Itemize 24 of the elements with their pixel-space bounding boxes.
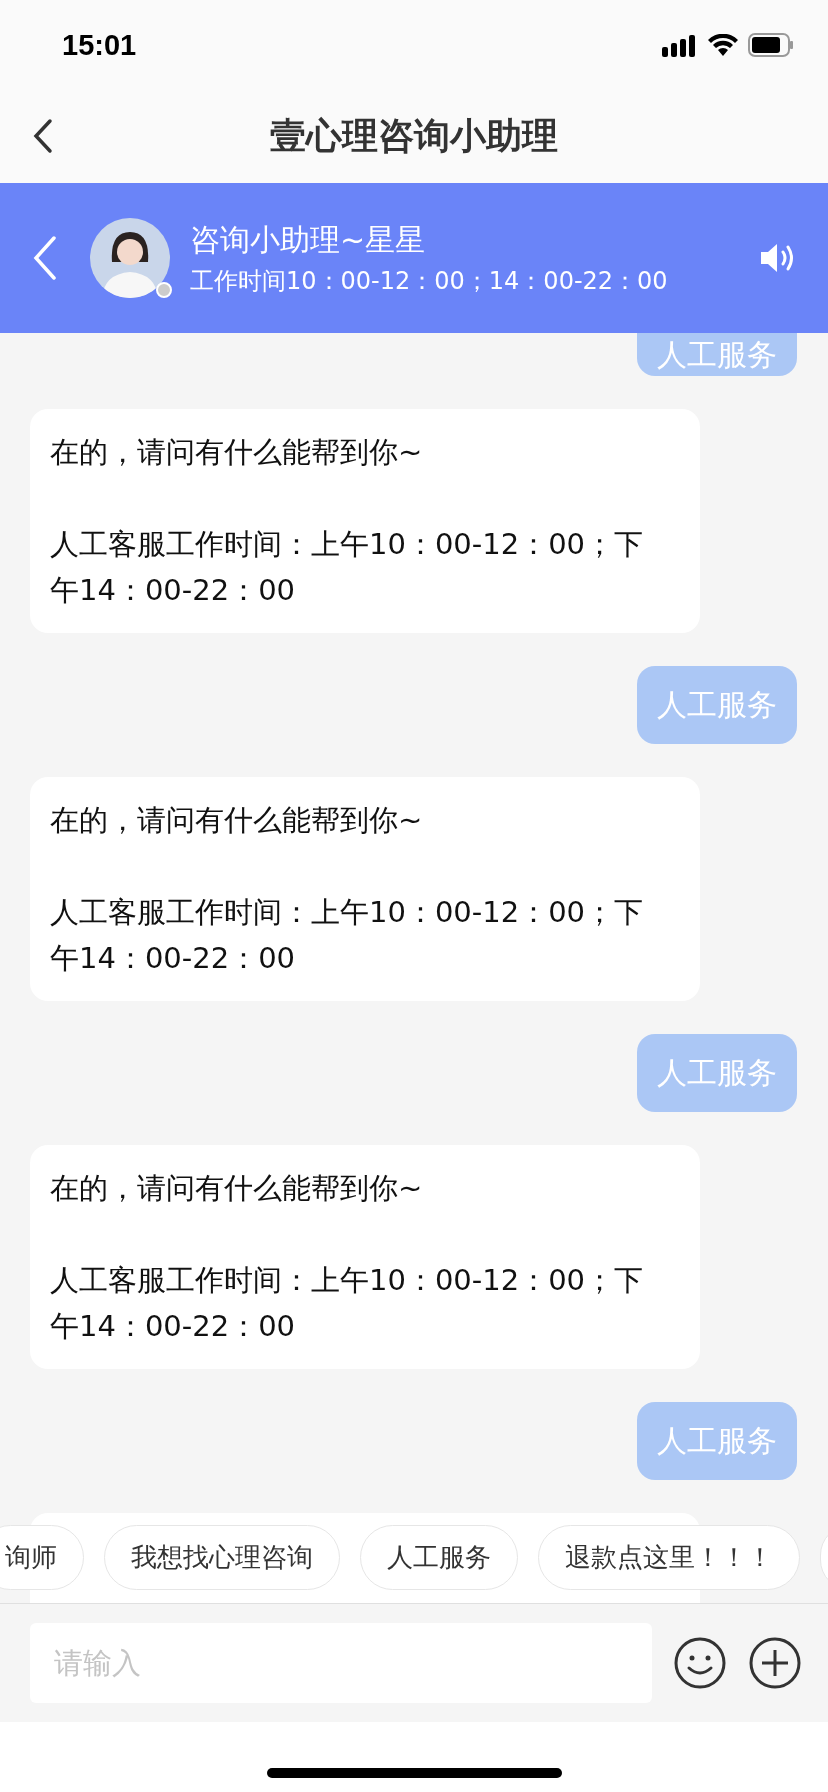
agent-name: 咨询小助理~星星 — [190, 220, 427, 259]
quick-reply-chip[interactable]: 我想找心理咨询 — [104, 1525, 340, 1590]
battery-icon — [748, 33, 794, 57]
quick-reply-chip[interactable]: 人工服务 — [360, 1525, 518, 1590]
message-text: 在的，请问有什么能帮到你~ — [50, 802, 424, 839]
message-input[interactable]: 请输入 — [30, 1623, 652, 1703]
message-text: 在的，请问有什么能帮到你~ — [50, 434, 424, 471]
message-text: 在的，请问有什么能帮到你~ — [50, 1170, 424, 1207]
user-message-bubble: 人工服务 — [637, 1402, 797, 1480]
user-message-bubble: 人工服务 — [637, 333, 797, 376]
quick-reply-chip[interactable]: 询师 — [0, 1525, 84, 1590]
working-hours: 工作时间10：00-12：00；14：00-22：00 — [190, 265, 669, 297]
user-message-bubble: 人工服务 — [637, 666, 797, 744]
add-button[interactable] — [748, 1636, 802, 1690]
message-text: 人工客服工作时间：上午10：00-12：00；下午14：00-22：00 — [50, 894, 645, 977]
wifi-icon — [708, 34, 738, 56]
user-message-bubble: 人工服务 — [637, 1034, 797, 1112]
quick-reply-chip[interactable]: 退款点这里！！！ — [538, 1525, 800, 1590]
status-time: 15:01 — [62, 28, 137, 62]
message-text: 人工客服工作时间：上午10：00-12：00；下午14：00-22：00 — [50, 526, 645, 609]
emoji-button[interactable] — [673, 1636, 727, 1690]
message-text: 人工客服工作时间：上午10：00-12：00；下午14：00-22：00 — [50, 1262, 645, 1345]
signal-icon — [662, 33, 698, 57]
page-title: 壹心理咨询小助理 — [270, 114, 558, 158]
